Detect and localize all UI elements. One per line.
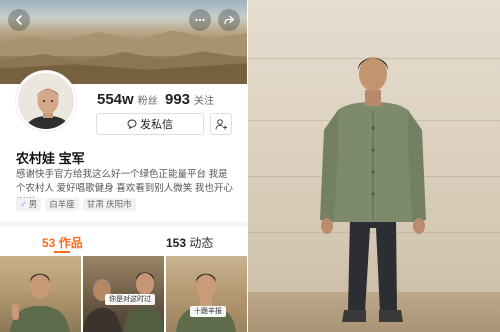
following-count: 993	[165, 91, 191, 108]
dynamics-count: 153	[166, 236, 187, 250]
photo-panel	[248, 0, 500, 332]
chat-bubble-icon	[127, 119, 137, 129]
back-arrow-icon	[16, 15, 22, 25]
profile-screen: 554w 粉丝 993 关注 发私信 农村娃 宝军 感谢快手官方给我这么好一个绿色正…	[0, 0, 247, 332]
work-thumbnail[interactable]: 十跪羊报	[166, 256, 247, 332]
tab-works[interactable]: 53 作品	[42, 234, 83, 251]
tab-dynamics[interactable]: 153 动态	[166, 234, 213, 251]
share-icon	[224, 15, 235, 25]
more-button[interactable]	[189, 9, 211, 31]
share-button[interactable]	[218, 9, 240, 31]
fans-label: 粉丝	[137, 96, 158, 107]
user-name: 农村娃 宝军	[16, 151, 85, 166]
more-dots-icon	[195, 18, 205, 22]
following-stat[interactable]: 993 关注	[165, 91, 214, 108]
add-user-icon	[215, 118, 227, 130]
thumbnail-caption: 十跪羊报	[190, 306, 226, 317]
send-message-button[interactable]: 发私信	[96, 113, 204, 135]
work-thumbnail[interactable]: 你是对这时过	[83, 256, 164, 332]
location-tag: 甘肃 庆阳市	[82, 198, 136, 211]
active-tab-indicator	[54, 251, 70, 253]
gender-tag: ♂ 男	[16, 198, 42, 211]
following-label: 关注	[194, 96, 215, 107]
avatar[interactable]	[16, 71, 76, 131]
male-icon: ♂	[20, 199, 27, 209]
fans-stat[interactable]: 554w 粉丝	[97, 91, 158, 108]
send-message-label: 发私信	[140, 119, 173, 131]
add-friend-button[interactable]	[210, 113, 232, 135]
dynamics-label: 动态	[189, 236, 214, 250]
cover-photo	[0, 0, 247, 84]
zodiac-tag: 白羊座	[45, 198, 79, 211]
section-divider	[0, 222, 247, 227]
work-thumbnail[interactable]	[0, 256, 81, 332]
works-count: 53	[42, 236, 56, 250]
works-grid: 你是对这时过 十跪羊报	[0, 256, 247, 332]
profile-tags: ♂ 男 白羊座 甘肃 庆阳市	[16, 198, 136, 211]
works-label: 作品	[58, 236, 83, 250]
thumbnail-caption: 你是对这时过	[105, 294, 155, 305]
back-button[interactable]	[8, 9, 30, 31]
standing-man-photo	[320, 57, 426, 322]
fans-count: 554w	[97, 91, 134, 108]
